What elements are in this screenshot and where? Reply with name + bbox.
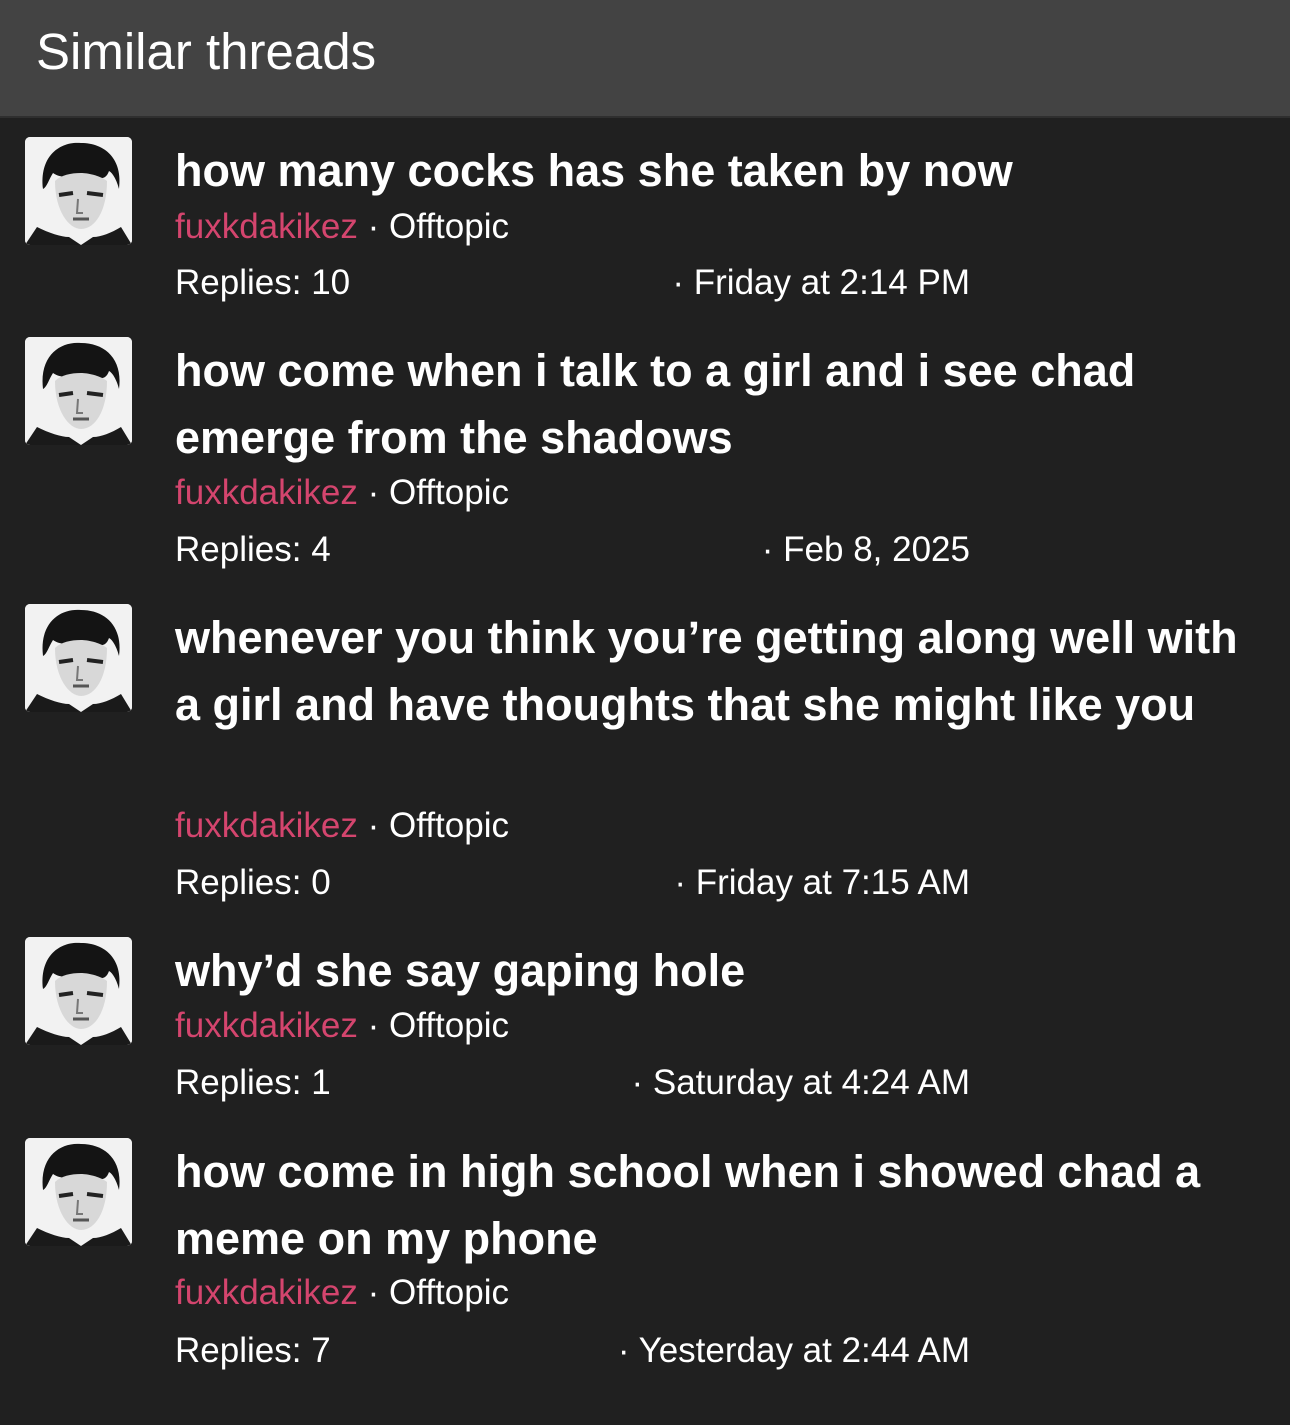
- replies-label: Replies:: [175, 1063, 302, 1102]
- replies-count: 1: [311, 1063, 331, 1102]
- thread-title[interactable]: how come when i talk to a girl and i see…: [175, 337, 1245, 471]
- thread-stats: Replies: 1 · Saturday at 4:24 AM: [175, 1061, 970, 1105]
- thread-meta: fuxkdakikez · Offtopic: [175, 205, 509, 249]
- thread-forum-link[interactable]: Offtopic: [389, 1273, 509, 1312]
- thread-date: · Friday at 2:14 PM: [672, 263, 970, 302]
- thread-meta: fuxkdakikez · Offtopic: [175, 471, 509, 515]
- meta-separator: ·: [367, 806, 380, 845]
- thread-forum-link[interactable]: Offtopic: [389, 473, 509, 512]
- thread-stats: Replies: 4 · Feb 8, 2025: [175, 528, 970, 572]
- thread-title[interactable]: whenever you think you’re getting along …: [175, 604, 1245, 738]
- replies-count: 7: [311, 1331, 331, 1370]
- meta-separator: ·: [367, 1006, 380, 1045]
- thread-meta: fuxkdakikez · Offtopic: [175, 804, 509, 848]
- thread-title[interactable]: why’d she say gaping hole: [175, 937, 1245, 1004]
- thread-author-link[interactable]: fuxkdakikez: [175, 806, 358, 845]
- thread-meta: fuxkdakikez · Offtopic: [175, 1271, 509, 1315]
- replies-count: 10: [311, 263, 351, 302]
- avatar-icon[interactable]: [25, 604, 132, 712]
- thread-author-link[interactable]: fuxkdakikez: [175, 1273, 358, 1312]
- meta-separator: ·: [367, 207, 380, 246]
- thread-stats: Replies: 7 · Yesterday at 2:44 AM: [175, 1329, 970, 1373]
- thread-date: · Yesterday at 2:44 AM: [617, 1331, 970, 1370]
- thread-date: · Friday at 7:15 AM: [674, 863, 970, 902]
- replies-label: Replies:: [175, 863, 302, 902]
- replies-label: Replies:: [175, 263, 302, 302]
- thread-title[interactable]: how come in high school when i showed ch…: [175, 1138, 1245, 1272]
- section-title: Similar threads: [36, 23, 377, 80]
- similar-threads-header: Similar threads: [0, 0, 1290, 118]
- thread-forum-link[interactable]: Offtopic: [389, 207, 509, 246]
- thread-date: · Feb 8, 2025: [761, 530, 970, 569]
- replies-count: 4: [311, 530, 331, 569]
- thread-author-link[interactable]: fuxkdakikez: [175, 207, 358, 246]
- replies-label: Replies:: [175, 530, 302, 569]
- thread-stats: Replies: 0 · Friday at 7:15 AM: [175, 861, 970, 905]
- avatar-icon[interactable]: [25, 337, 132, 445]
- meta-separator: ·: [367, 1273, 380, 1312]
- meta-separator: ·: [367, 473, 380, 512]
- thread-author-link[interactable]: fuxkdakikez: [175, 1006, 358, 1045]
- thread-stats: Replies: 10 · Friday at 2:14 PM: [175, 261, 970, 305]
- avatar-icon[interactable]: [25, 937, 132, 1045]
- replies-label: Replies:: [175, 1331, 302, 1370]
- avatar-icon[interactable]: [25, 1138, 132, 1246]
- thread-author-link[interactable]: fuxkdakikez: [175, 473, 358, 512]
- replies-count: 0: [311, 863, 331, 902]
- thread-forum-link[interactable]: Offtopic: [389, 1006, 509, 1045]
- thread-title[interactable]: how many cocks has she taken by now: [175, 137, 1245, 204]
- thread-date: · Saturday at 4:24 AM: [631, 1063, 970, 1102]
- thread-meta: fuxkdakikez · Offtopic: [175, 1004, 509, 1048]
- thread-forum-link[interactable]: Offtopic: [389, 806, 509, 845]
- avatar-icon[interactable]: [25, 137, 132, 245]
